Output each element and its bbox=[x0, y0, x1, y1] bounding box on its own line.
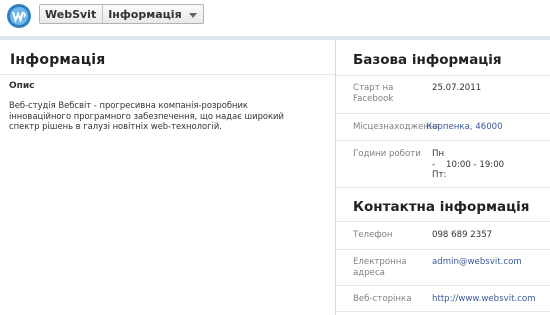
contact-info-title: Контактна інформація bbox=[353, 199, 530, 215]
top-bar: WebSvit Інформація bbox=[0, 0, 550, 36]
divider bbox=[337, 311, 550, 312]
tab-selector[interactable]: Інформація bbox=[103, 5, 202, 23]
sidebar: Базова інформація Старт на Facebook 25.0… bbox=[337, 40, 550, 315]
start-value: 25.07.2011 bbox=[432, 83, 482, 93]
current-tab-label: Інформація bbox=[108, 8, 182, 21]
basic-info-title: Базова інформація bbox=[353, 52, 502, 68]
website-link[interactable]: http://www.websvit.com bbox=[432, 294, 536, 305]
page-breadcrumb: WebSvit Інформація bbox=[39, 4, 204, 24]
divider bbox=[337, 140, 550, 141]
start-label: Старт на Facebook bbox=[353, 83, 394, 104]
info-title: Інформація bbox=[10, 52, 106, 68]
websvit-logo-icon[interactable] bbox=[6, 3, 32, 29]
location-link[interactable]: Карпенка, 46000 bbox=[426, 122, 503, 133]
divider bbox=[337, 113, 550, 114]
divider bbox=[337, 187, 550, 188]
divider bbox=[0, 74, 336, 75]
about-text: Веб-студія Вебсвіт - прогресивна компані… bbox=[9, 100, 284, 131]
website-label: Веб-сторінка bbox=[353, 294, 412, 304]
page-name-link[interactable]: WebSvit bbox=[40, 5, 104, 23]
hours-value: Пн - 10:00 - 19:00 Пт: bbox=[432, 149, 505, 180]
hours-label: Години роботи bbox=[353, 149, 421, 159]
chevron-down-icon bbox=[188, 13, 197, 18]
phone-label: Телефон bbox=[353, 230, 393, 240]
email-link[interactable]: admin@websvit.com bbox=[432, 257, 522, 268]
divider bbox=[337, 75, 550, 76]
divider bbox=[337, 249, 550, 250]
location-label: Місцезнаходження bbox=[353, 122, 440, 132]
info-panel: Інформація Опис Веб-студія Вебсвіт - про… bbox=[0, 40, 336, 315]
email-label: Електронна адреса bbox=[353, 257, 407, 278]
about-label: Опис bbox=[9, 81, 35, 91]
divider bbox=[337, 221, 550, 222]
divider bbox=[337, 285, 550, 286]
phone-value: 098 689 2357 bbox=[432, 230, 493, 240]
